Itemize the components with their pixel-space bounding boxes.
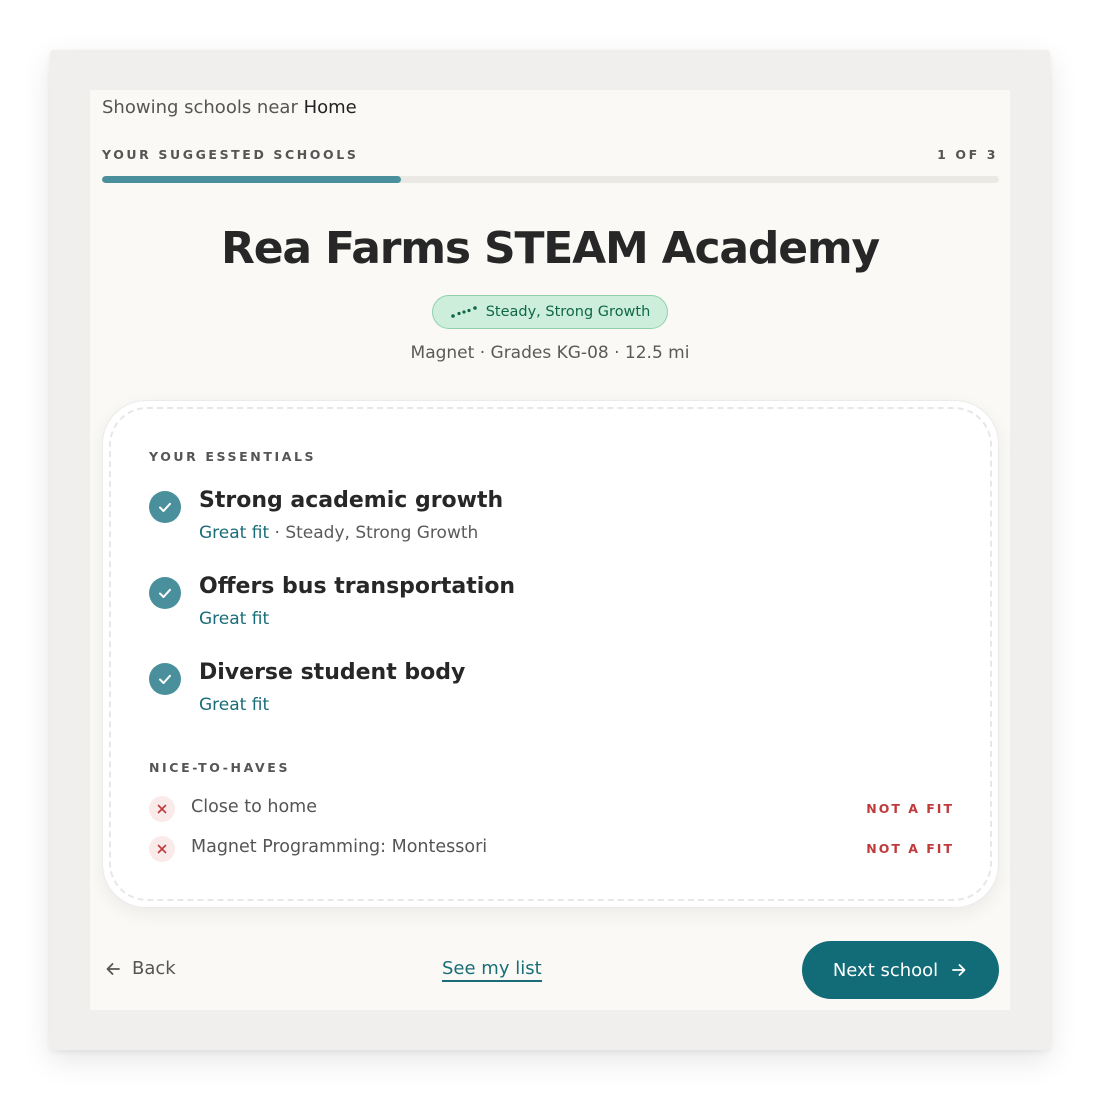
next-school-label: Next school bbox=[832, 959, 939, 981]
not-a-fit-badge: NOT A FIT bbox=[866, 841, 954, 856]
fit-status: Great fit bbox=[199, 695, 270, 715]
fit-status: Great fit bbox=[199, 523, 270, 543]
modal-frame: Showing schools near Home YOUR SUGGESTED… bbox=[50, 50, 1050, 1050]
essential-title: Strong academic growth bbox=[199, 488, 504, 513]
x-icon bbox=[149, 796, 175, 822]
essential-title: Diverse student body bbox=[199, 660, 466, 685]
progress-label: YOUR SUGGESTED SCHOOLS bbox=[102, 147, 359, 162]
school-meta: Magnet · Grades KG-08 · 12.5 mi bbox=[410, 343, 690, 363]
essential-fit: Great fit bbox=[199, 695, 269, 715]
x-icon bbox=[149, 836, 175, 862]
location-name[interactable]: Home bbox=[304, 97, 357, 118]
progress-count: 1 OF 3 bbox=[937, 147, 998, 162]
trend-dots-icon bbox=[450, 306, 477, 318]
nice-to-have-label: Magnet Programming: Montessori bbox=[191, 837, 488, 857]
next-school-button[interactable]: Next school bbox=[802, 941, 999, 999]
essential-item: Strong academic growth Great fit · Stead… bbox=[149, 488, 929, 561]
progress-bar bbox=[102, 176, 999, 183]
check-icon bbox=[149, 663, 181, 695]
essential-item: Offers bus transportation Great fit bbox=[149, 574, 929, 647]
nice-to-have-item: Magnet Programming: Montessori NOT A FIT bbox=[149, 835, 954, 862]
school-suggestion-panel: Showing schools near Home YOUR SUGGESTED… bbox=[90, 90, 1010, 1010]
essential-fit: Great fit bbox=[199, 609, 269, 629]
check-icon bbox=[149, 577, 181, 609]
school-name: Rea Farms STEAM Academy bbox=[221, 223, 880, 274]
back-label: Back bbox=[132, 958, 176, 979]
see-my-list-link[interactable]: See my list bbox=[442, 958, 542, 982]
location-prefix: Showing schools near bbox=[102, 97, 298, 118]
nice-to-haves-label: NICE-TO-HAVES bbox=[149, 760, 291, 775]
not-a-fit-badge: NOT A FIT bbox=[866, 801, 954, 816]
fit-status: Great fit bbox=[199, 609, 270, 629]
essential-item: Diverse student body Great fit bbox=[149, 660, 929, 733]
progress-bar-fill bbox=[102, 176, 401, 183]
fit-detail: · Steady, Strong Growth bbox=[274, 523, 479, 543]
essentials-label: YOUR ESSENTIALS bbox=[149, 449, 317, 464]
arrow-left-icon bbox=[106, 962, 120, 975]
essential-fit: Great fit · Steady, Strong Growth bbox=[199, 523, 478, 543]
arrow-right-icon bbox=[952, 964, 966, 976]
growth-badge-label: Steady, Strong Growth bbox=[485, 304, 651, 320]
nice-to-have-label: Close to home bbox=[191, 797, 317, 817]
location-line: Showing schools near Home bbox=[102, 97, 357, 118]
card-dashed-border bbox=[109, 407, 992, 901]
back-button[interactable]: Back bbox=[104, 958, 176, 979]
fit-summary-card: YOUR ESSENTIALS Strong academic growth G… bbox=[102, 400, 999, 908]
growth-badge: Steady, Strong Growth bbox=[432, 295, 668, 329]
check-icon bbox=[149, 491, 181, 523]
nice-to-have-item: Close to home NOT A FIT bbox=[149, 795, 954, 822]
essential-title: Offers bus transportation bbox=[199, 574, 516, 599]
